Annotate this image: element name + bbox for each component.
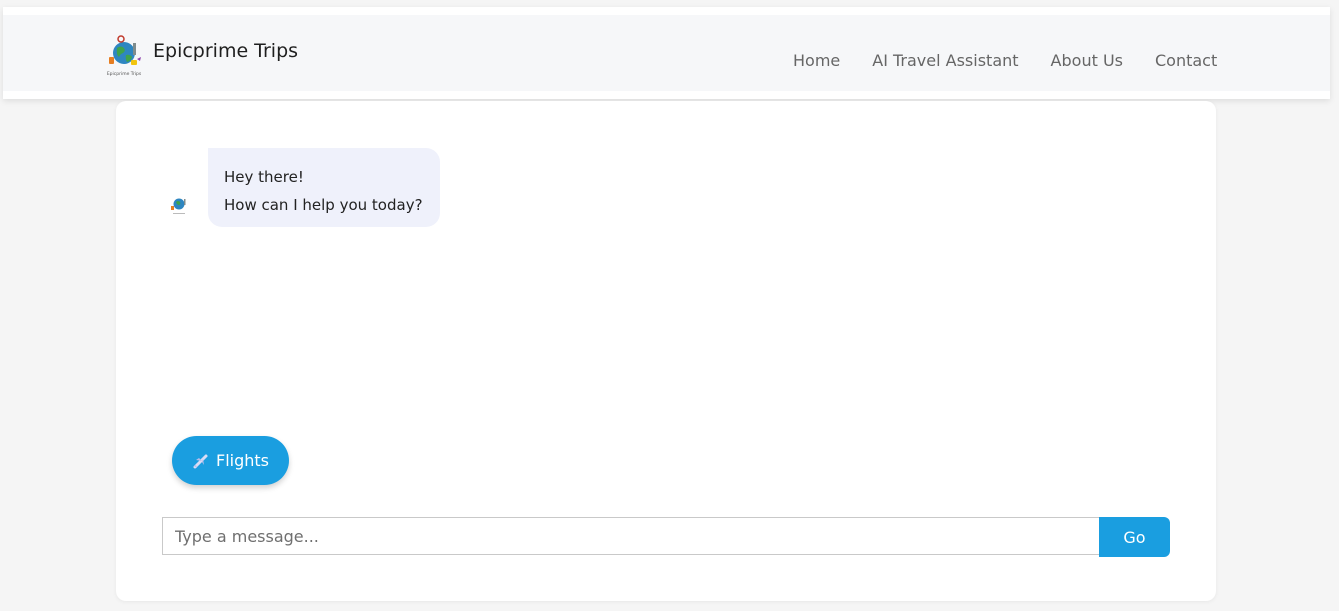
bot-avatar-icon bbox=[171, 198, 186, 214]
nav-ai-travel-assistant[interactable]: AI Travel Assistant bbox=[872, 51, 1018, 70]
flights-quick-reply-button[interactable]: Flights bbox=[172, 436, 289, 485]
bot-message-line: How can I help you today? bbox=[224, 196, 423, 214]
nav-home[interactable]: Home bbox=[793, 51, 840, 70]
send-button[interactable]: Go bbox=[1099, 517, 1170, 557]
airplane-icon bbox=[193, 454, 208, 468]
navbar: Epicprime Trips Epicprime Trips Home AI … bbox=[3, 15, 1330, 91]
nav-contact[interactable]: Contact bbox=[1155, 51, 1217, 70]
svg-text:Epicprime Trips: Epicprime Trips bbox=[107, 71, 142, 77]
chat-card: Hey there! How can I help you today? Fli… bbox=[116, 101, 1216, 601]
bot-message-bubble: Hey there! How can I help you today? bbox=[208, 148, 440, 227]
message-input[interactable] bbox=[162, 517, 1099, 555]
main-nav: Home AI Travel Assistant About Us Contac… bbox=[793, 51, 1217, 70]
bot-message-line: Hey there! bbox=[224, 168, 304, 186]
globe-travel-logo-icon[interactable]: Epicprime Trips bbox=[101, 33, 147, 79]
brand-name[interactable]: Epicprime Trips bbox=[153, 40, 298, 62]
message-composer: Go bbox=[162, 517, 1170, 557]
site-header: Epicprime Trips Epicprime Trips Home AI … bbox=[3, 7, 1330, 99]
flights-quick-reply-label: Flights bbox=[216, 451, 269, 470]
nav-about-us[interactable]: About Us bbox=[1051, 51, 1123, 70]
